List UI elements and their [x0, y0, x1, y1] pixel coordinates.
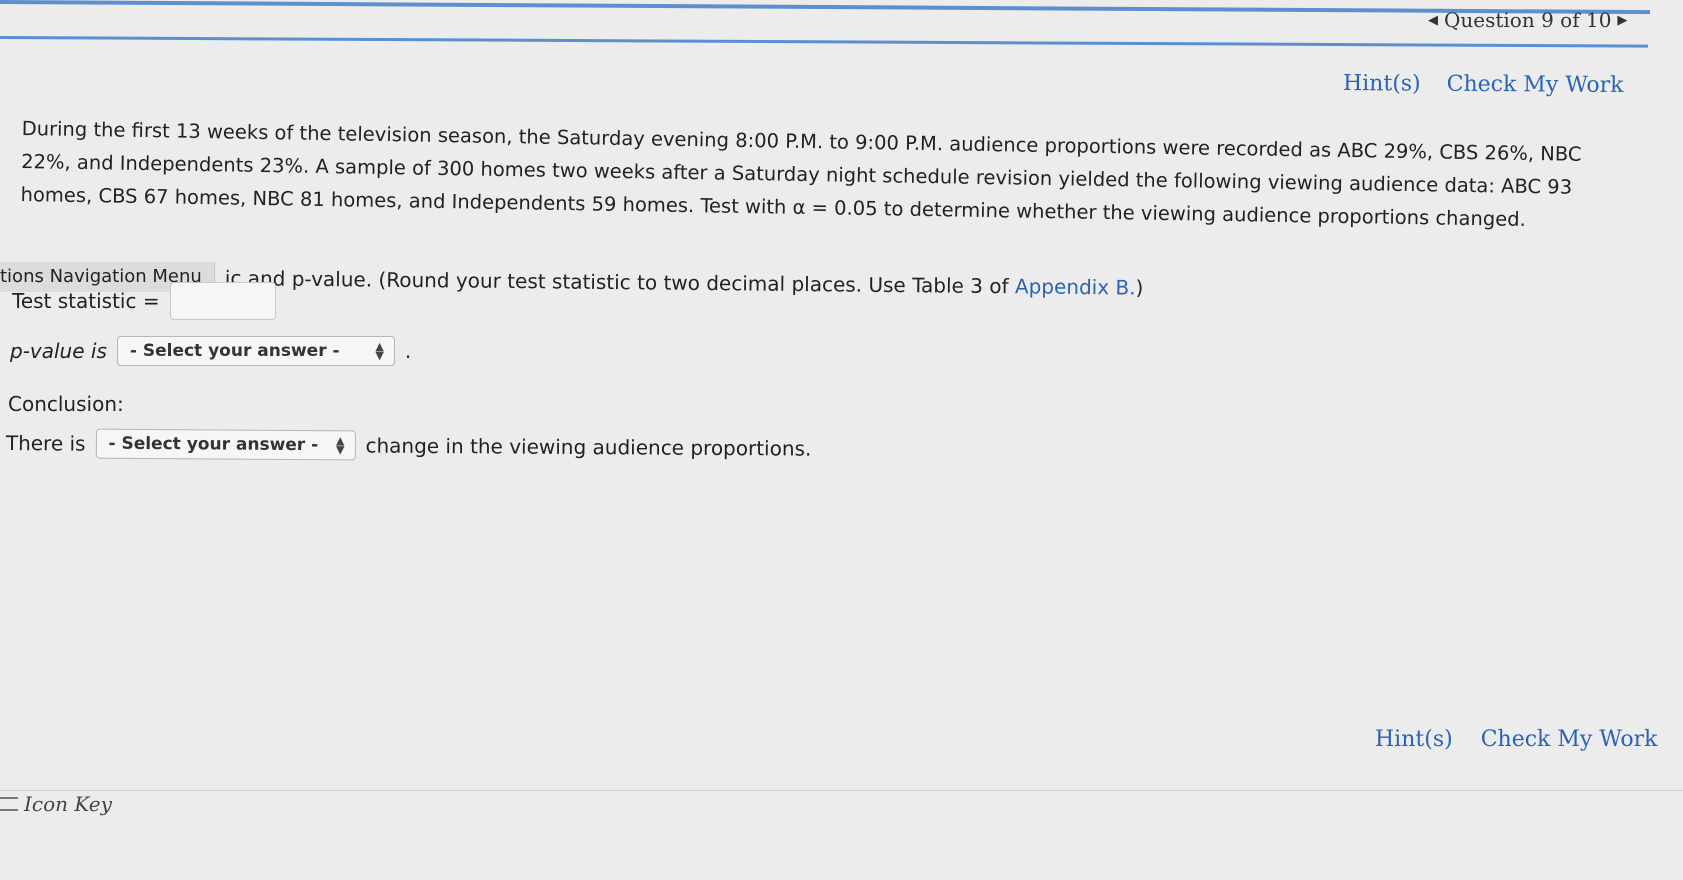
- icon-key-icon: [0, 797, 18, 811]
- top-links: Hint(s) Check My Work: [1343, 71, 1624, 98]
- footer-divider: [0, 790, 1683, 791]
- pvalue-row: p-value is - Select your answer - ▲ ▼ .: [10, 336, 411, 366]
- test-statistic-row: Test statistic =: [12, 282, 276, 320]
- there-is-label: There is: [5, 430, 86, 456]
- instructions-close: ): [1135, 275, 1144, 300]
- instructions-text: ic and p-value. (Round your test statist…: [224, 266, 1016, 299]
- bottom-links: Hint(s) Check My Work: [1375, 727, 1658, 752]
- hints-link-top[interactable]: Hint(s): [1343, 71, 1421, 97]
- pvalue-select-value: - Select your answer -: [129, 341, 340, 361]
- problem-text: During the first 13 weeks of the televis…: [20, 116, 1582, 231]
- icon-key-label: Icon Key: [24, 792, 112, 816]
- conclusion-label: Conclusion:: [8, 392, 124, 416]
- prev-question-arrow-icon[interactable]: ◀: [1428, 13, 1438, 28]
- conclusion-select[interactable]: - Select your answer - ▲ ▼: [95, 428, 356, 461]
- conclusion-heading-row: Conclusion:: [8, 392, 124, 416]
- test-statistic-label: Test statistic =: [12, 289, 160, 313]
- pvalue-tail: .: [404, 339, 412, 363]
- conclusion-row: There is - Select your answer - ▲ ▼ chang…: [6, 428, 812, 464]
- question-indicator: Question 9 of 10: [1444, 8, 1612, 32]
- problem-statement: During the first 13 weeks of the televis…: [20, 112, 1621, 238]
- pvalue-select[interactable]: - Select your answer - ▲ ▼: [116, 336, 395, 366]
- pvalue-label: p-value is: [10, 339, 107, 363]
- check-my-work-link-top[interactable]: Check My Work: [1447, 72, 1624, 98]
- appendix-b-link[interactable]: Appendix B.: [1015, 274, 1136, 299]
- top-rule: [0, 0, 1650, 15]
- check-my-work-link-bottom[interactable]: Check My Work: [1481, 727, 1658, 752]
- conclusion-tail: change in the viewing audience proportio…: [365, 433, 812, 461]
- hints-link-bottom[interactable]: Hint(s): [1375, 727, 1453, 752]
- icon-key[interactable]: Icon Key: [0, 792, 112, 816]
- conclusion-select-value: - Select your answer -: [108, 433, 319, 456]
- question-navigator: ◀ Question 9 of 10 ▶: [1428, 8, 1627, 32]
- panel-top-border: [0, 36, 1648, 48]
- test-statistic-input[interactable]: [169, 282, 276, 320]
- select-updown-icon: ▲ ▼: [335, 434, 345, 457]
- instructions: ic and p-value. (Round your test statist…: [225, 266, 1144, 300]
- next-question-arrow-icon[interactable]: ▶: [1617, 13, 1627, 28]
- select-updown-icon: ▲ ▼: [375, 340, 384, 362]
